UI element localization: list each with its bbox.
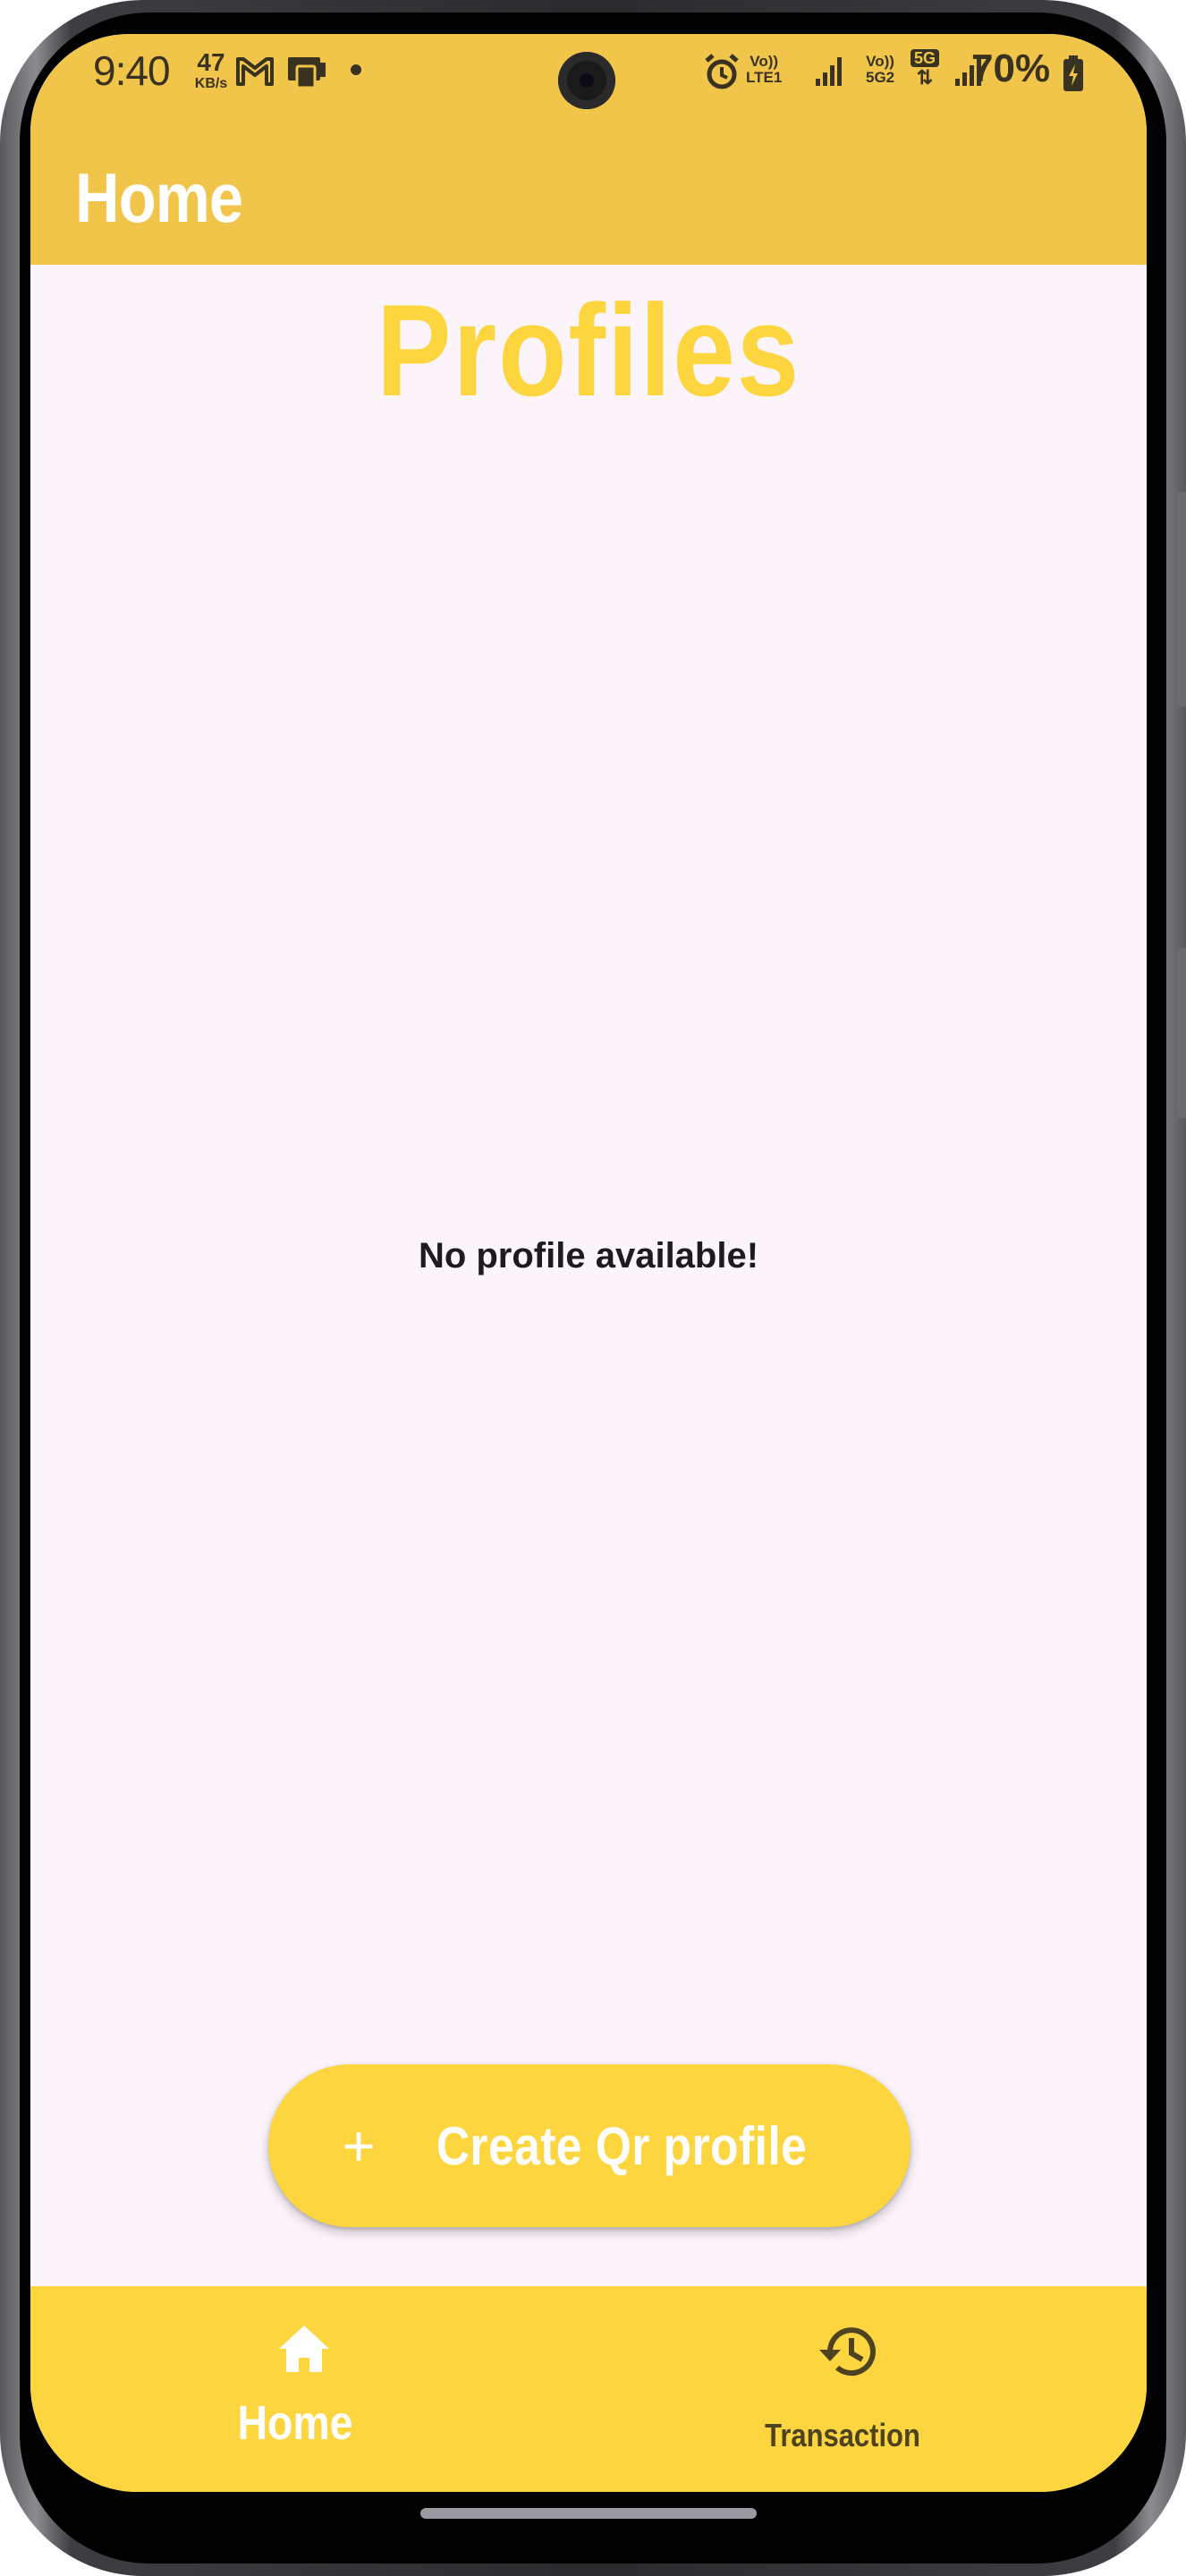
network-speed-unit: KB/s xyxy=(194,76,228,91)
front-camera xyxy=(558,52,615,109)
gmail-icon xyxy=(234,54,275,94)
alarm-icon xyxy=(701,52,742,97)
signal-icon xyxy=(814,55,846,92)
network-speed-value: 47 xyxy=(197,48,225,76)
notification-dot xyxy=(351,64,361,75)
volume-button xyxy=(1177,492,1186,707)
page-title: Profiles xyxy=(376,277,801,423)
network-type: 5G ⇅ xyxy=(911,49,940,89)
nav-label-home: Home xyxy=(237,2396,353,2450)
network-type-label: 5G xyxy=(911,49,940,67)
create-qr-profile-button[interactable]: + Create Qr profile xyxy=(268,2064,911,2227)
gesture-navigation-bar[interactable] xyxy=(420,2508,757,2519)
home-icon xyxy=(275,2322,333,2380)
screen: 9:40 47 KB/s Vo)) LTE1 Vo)) 5G2 5G ⇅ 70%… xyxy=(30,34,1147,2492)
nav-item-transaction[interactable]: Transaction xyxy=(589,2286,1147,2492)
sim2-label: Vo)) 5G2 xyxy=(866,54,894,86)
battery-percent: 70% xyxy=(971,47,1051,90)
nav-label-transaction: Transaction xyxy=(765,2417,920,2453)
network-speed: 47 KB/s xyxy=(184,50,238,91)
sim2-label-top: Vo)) xyxy=(866,53,894,70)
battery-charging-icon xyxy=(1061,54,1086,97)
sim2-label-bottom: 5G2 xyxy=(866,68,895,86)
app-bar-title: Home xyxy=(75,158,243,237)
data-arrows-icon: ⇅ xyxy=(916,65,934,89)
status-bar: 9:40 47 KB/s Vo)) LTE1 Vo)) 5G2 5G ⇅ 70% xyxy=(30,34,1147,141)
empty-state-message: No profile available! xyxy=(418,1236,759,1275)
status-time: 9:40 xyxy=(93,47,171,94)
cast-icon xyxy=(284,54,329,96)
history-icon xyxy=(812,2320,880,2387)
nav-item-home[interactable]: Home xyxy=(30,2286,589,2492)
plus-icon: + xyxy=(342,2114,376,2178)
sim1-label-top: Vo)) xyxy=(750,53,779,70)
app-bar: Home xyxy=(30,141,1147,265)
sim1-label: Vo)) LTE1 xyxy=(746,54,782,86)
sim1-label-bottom: LTE1 xyxy=(746,68,783,86)
power-button xyxy=(1177,948,1186,1118)
phone-frame: 9:40 47 KB/s Vo)) LTE1 Vo)) 5G2 5G ⇅ 70%… xyxy=(0,0,1186,2576)
create-qr-profile-label: Create Qr profile xyxy=(436,2115,807,2176)
bottom-navigation: Home Transaction xyxy=(30,2286,1147,2492)
